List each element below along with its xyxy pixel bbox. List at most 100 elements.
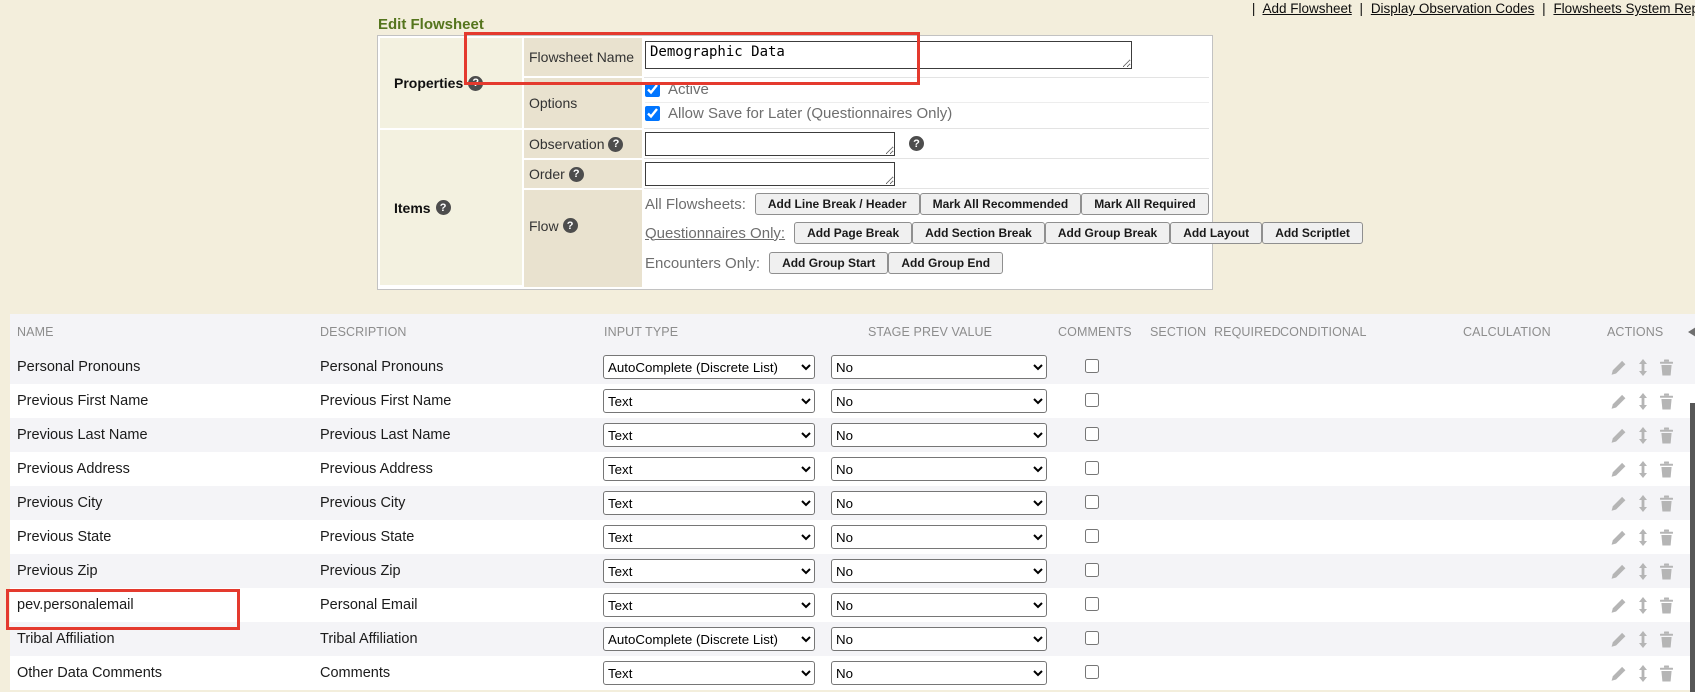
encounters-only-row: Encounters Only: Add Group StartAdd Grou…	[645, 252, 1003, 274]
flow-label: Flow ?	[524, 190, 642, 287]
move-up-down-icon[interactable]	[1638, 529, 1648, 546]
item-description: Comments	[320, 665, 390, 681]
trash-icon[interactable]	[1659, 427, 1674, 444]
flow-action-button[interactable]: Mark All Recommended	[920, 193, 1082, 215]
order-input[interactable]	[645, 162, 895, 186]
all-flowsheets-label: All Flowsheets:	[645, 196, 746, 213]
comments-cell	[1085, 529, 1099, 548]
pencil-icon[interactable]	[1610, 530, 1627, 546]
move-up-down-icon[interactable]	[1638, 461, 1648, 478]
questionnaires-only-label: Questionnaires Only:	[645, 225, 785, 242]
help-icon[interactable]: ?	[608, 137, 623, 152]
pencil-icon[interactable]	[1610, 462, 1627, 478]
active-checkbox[interactable]	[645, 82, 660, 97]
input-type-select[interactable]: Text	[603, 491, 815, 515]
flow-action-button[interactable]: Add Page Break	[794, 222, 912, 244]
input-type-select[interactable]: Text	[603, 661, 815, 685]
flow-action-button[interactable]: Mark All Required	[1081, 193, 1209, 215]
input-type-select[interactable]: AutoComplete (Discrete List)	[603, 355, 815, 379]
comments-cell	[1085, 461, 1099, 480]
move-up-down-icon[interactable]	[1638, 563, 1648, 580]
flow-action-button[interactable]: Add Group Break	[1045, 222, 1170, 244]
comments-checkbox[interactable]	[1085, 495, 1099, 509]
help-icon[interactable]: ?	[569, 167, 584, 182]
flowsheet-name-input[interactable]: Demographic Data	[645, 41, 1132, 69]
move-up-down-icon[interactable]	[1638, 631, 1648, 648]
trash-icon[interactable]	[1659, 461, 1674, 478]
comments-checkbox[interactable]	[1085, 597, 1099, 611]
help-icon[interactable]: ?	[563, 218, 578, 233]
vertical-scrollbar[interactable]	[1690, 403, 1695, 692]
help-icon[interactable]: ?	[468, 76, 483, 91]
comments-checkbox[interactable]	[1085, 427, 1099, 441]
item-description: Personal Email	[320, 597, 418, 613]
comments-checkbox[interactable]	[1085, 359, 1099, 373]
comments-checkbox[interactable]	[1085, 529, 1099, 543]
pencil-icon[interactable]	[1610, 632, 1627, 648]
flow-action-button[interactable]: Add Line Break / Header	[755, 193, 920, 215]
stage-prev-value-select[interactable]: No	[831, 491, 1047, 515]
input-type-select[interactable]: Text	[603, 525, 815, 549]
trash-icon[interactable]	[1659, 563, 1674, 580]
comments-checkbox[interactable]	[1085, 631, 1099, 645]
move-up-down-icon[interactable]	[1638, 427, 1648, 444]
flowsheets-system-reports-link[interactable]: Flowsheets System Rep	[1553, 1, 1695, 16]
display-observation-codes-link[interactable]: Display Observation Codes	[1371, 1, 1535, 16]
input-type-select[interactable]: AutoComplete (Discrete List)	[603, 627, 815, 651]
flow-action-button[interactable]: Add Scriptlet	[1262, 222, 1363, 244]
allow-save-checkbox[interactable]	[645, 106, 660, 121]
pencil-icon[interactable]	[1610, 360, 1627, 376]
input-type-select[interactable]: Text	[603, 389, 815, 413]
input-type-select[interactable]: Text	[603, 559, 815, 583]
stage-prev-value-select[interactable]: No	[831, 627, 1047, 651]
trash-icon[interactable]	[1659, 359, 1674, 376]
trash-icon[interactable]	[1659, 393, 1674, 410]
stage-prev-value-select[interactable]: No	[831, 525, 1047, 549]
move-up-down-icon[interactable]	[1638, 393, 1648, 410]
stage-prev-value-select[interactable]: No	[831, 457, 1047, 481]
stage-prev-value-select[interactable]: No	[831, 423, 1047, 447]
comments-checkbox[interactable]	[1085, 461, 1099, 475]
move-up-down-icon[interactable]	[1638, 597, 1648, 614]
stage-prev-value-select[interactable]: No	[831, 593, 1047, 617]
item-description: Previous Address	[320, 461, 433, 477]
help-icon[interactable]: ?	[909, 136, 924, 151]
trash-icon[interactable]	[1659, 665, 1674, 682]
pencil-icon[interactable]	[1610, 496, 1627, 512]
comments-checkbox[interactable]	[1085, 665, 1099, 679]
move-up-down-icon[interactable]	[1638, 665, 1648, 682]
trash-icon[interactable]	[1659, 495, 1674, 512]
item-description: Previous City	[320, 495, 405, 511]
trash-icon[interactable]	[1659, 529, 1674, 546]
table-row: Previous Address Previous Address Text N…	[10, 452, 1695, 486]
help-icon[interactable]: ?	[436, 200, 451, 215]
comments-checkbox[interactable]	[1085, 393, 1099, 407]
move-up-down-icon[interactable]	[1638, 359, 1648, 376]
trash-icon[interactable]	[1659, 631, 1674, 648]
stage-prev-value-select[interactable]: No	[831, 389, 1047, 413]
pencil-icon[interactable]	[1610, 666, 1627, 682]
flow-action-button[interactable]: Add Layout	[1170, 222, 1262, 244]
trash-icon[interactable]	[1659, 597, 1674, 614]
input-type-select[interactable]: Text	[603, 593, 815, 617]
comments-checkbox[interactable]	[1085, 563, 1099, 577]
observation-input[interactable]	[645, 132, 895, 156]
row-divider	[644, 77, 1209, 78]
stage-prev-value-select[interactable]: No	[831, 661, 1047, 685]
flow-action-button[interactable]: Add Group End	[888, 252, 1003, 274]
pencil-icon[interactable]	[1610, 394, 1627, 410]
flow-action-button[interactable]: Add Section Break	[912, 222, 1045, 244]
stage-prev-value-select[interactable]: No	[831, 355, 1047, 379]
stage-prev-value-select[interactable]: No	[831, 559, 1047, 583]
flow-action-button[interactable]: Add Group Start	[769, 252, 888, 274]
col-actions: ACTIONS	[1607, 325, 1663, 339]
input-type-select[interactable]: Text	[603, 457, 815, 481]
pencil-icon[interactable]	[1610, 428, 1627, 444]
row-divider	[644, 128, 1209, 129]
pencil-icon[interactable]	[1610, 564, 1627, 580]
pencil-icon[interactable]	[1610, 598, 1627, 614]
encounters-only-label: Encounters Only:	[645, 255, 760, 272]
move-up-down-icon[interactable]	[1638, 495, 1648, 512]
add-flowsheet-link[interactable]: Add Flowsheet	[1262, 1, 1351, 16]
input-type-select[interactable]: Text	[603, 423, 815, 447]
